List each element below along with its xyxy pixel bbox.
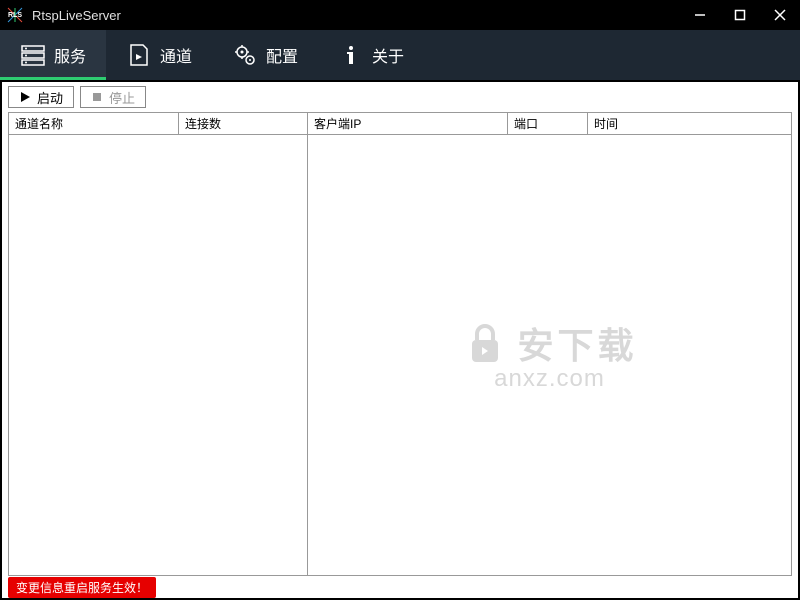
svg-text:RLS: RLS: [8, 12, 22, 19]
app-window: RLS RtspLiveServer: [0, 0, 800, 600]
tab-service[interactable]: 服务: [0, 30, 106, 80]
tab-config[interactable]: 配置: [212, 30, 318, 80]
lock-icon: [461, 320, 507, 366]
right-table-body[interactable]: 安下载 anxz.com: [308, 135, 791, 575]
col-connections[interactable]: 连接数: [179, 113, 307, 134]
tab-about[interactable]: 关于: [318, 30, 424, 80]
maximize-button[interactable]: [720, 0, 760, 30]
status-bar: 变更信息重启服务生效！: [2, 576, 798, 598]
stop-button[interactable]: 停止: [80, 86, 146, 108]
col-port[interactable]: 端口: [508, 113, 588, 134]
server-icon: [20, 42, 46, 68]
start-button-label: 启动: [37, 88, 63, 107]
right-table: 客户端IP 端口 时间 安下载 an: [308, 113, 792, 575]
tab-channel[interactable]: 通道: [106, 30, 212, 80]
minimize-button[interactable]: [680, 0, 720, 30]
col-time[interactable]: 时间: [588, 113, 791, 134]
stop-icon: [91, 91, 103, 103]
gears-icon: [232, 42, 258, 68]
close-button[interactable]: [760, 0, 800, 30]
info-icon: [338, 42, 364, 68]
tables-container: 通道名称 连接数 客户端IP 端口 时间: [8, 112, 792, 576]
col-channel-name[interactable]: 通道名称: [9, 113, 179, 134]
col-client-ip[interactable]: 客户端IP: [308, 113, 508, 134]
start-button[interactable]: 启动: [8, 86, 74, 108]
watermark-text1: 安下载: [517, 317, 637, 369]
right-table-header: 客户端IP 端口 时间: [308, 113, 791, 135]
watermark: 安下载 anxz.com: [461, 317, 637, 393]
content-area: 启动 停止 通道名称 连接数 客户端IP 端口: [2, 82, 798, 598]
play-icon: [19, 91, 31, 103]
stop-button-label: 停止: [109, 88, 135, 107]
window-controls: [680, 0, 800, 30]
left-table-body[interactable]: [9, 135, 307, 575]
left-table-header: 通道名称 连接数: [9, 113, 307, 135]
tab-channel-label: 通道: [160, 43, 192, 67]
tab-service-label: 服务: [54, 43, 86, 67]
left-table: 通道名称 连接数: [8, 113, 308, 575]
watermark-text2: anxz.com: [494, 365, 605, 393]
app-icon: RLS: [6, 6, 24, 24]
status-badge: 变更信息重启服务生效！: [8, 577, 156, 598]
video-file-icon: [126, 42, 152, 68]
titlebar: RLS RtspLiveServer: [0, 0, 800, 30]
tab-bar: 服务 通道: [0, 30, 800, 80]
app-title: RtspLiveServer: [32, 8, 680, 23]
tab-about-label: 关于: [372, 43, 404, 67]
tab-config-label: 配置: [266, 43, 298, 67]
toolbar: 启动 停止: [2, 82, 798, 112]
